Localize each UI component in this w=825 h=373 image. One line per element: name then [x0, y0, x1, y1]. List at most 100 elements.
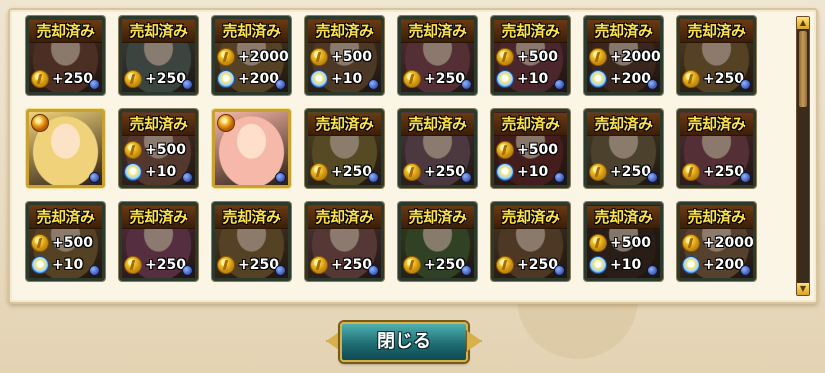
character-card[interactable]: 売却済み +250	[212, 202, 291, 281]
sold-label: 売却済み	[122, 20, 195, 43]
rarity-orb-icon	[182, 79, 193, 90]
character-card[interactable]: 売却済み +250	[491, 202, 570, 281]
coin-icon	[124, 141, 142, 159]
coin-icon	[403, 163, 421, 181]
reward-row: +500	[496, 140, 565, 160]
reward-amount: +2000	[238, 49, 289, 65]
rarity-orb-icon	[368, 265, 379, 276]
reward-amount: +500	[331, 49, 372, 65]
coin-icon	[217, 48, 235, 66]
reward-amount: +10	[145, 164, 177, 180]
gem-icon	[496, 163, 514, 181]
scroll-thumb[interactable]	[799, 31, 807, 107]
reward-amount: +500	[517, 49, 558, 65]
character-card[interactable]: 売却済み +250	[398, 16, 477, 95]
character-card[interactable]: 売却済み +500 +10	[584, 202, 663, 281]
coin-icon	[310, 256, 328, 274]
sold-label: 売却済み	[587, 206, 660, 229]
rarity-orb-icon	[647, 79, 658, 90]
rarity-orb-icon	[461, 79, 472, 90]
coin-icon	[403, 256, 421, 274]
sold-label: 売却済み	[401, 113, 474, 136]
reward-amount: +500	[517, 142, 558, 158]
character-card[interactable]: 売却済み +250	[305, 109, 384, 188]
rarity-orb-icon	[740, 172, 751, 183]
coin-icon	[403, 70, 421, 88]
character-card[interactable]: 売却済み +2000 +200	[212, 16, 291, 95]
coin-icon	[589, 48, 607, 66]
reward-amount: +200	[610, 71, 651, 87]
reward-amount: +250	[703, 71, 744, 87]
rarity-orb-icon	[89, 172, 100, 183]
coin-icon	[31, 70, 49, 88]
sold-label: 売却済み	[308, 206, 381, 229]
character-card[interactable]: 売却済み +250	[584, 109, 663, 188]
reward-row: +500	[310, 47, 379, 67]
gem-icon	[31, 256, 49, 274]
character-card[interactable]: 売却済み +250	[119, 16, 198, 95]
reward-amount: +250	[424, 164, 465, 180]
character-card[interactable]: 売却済み +250	[26, 16, 105, 95]
card-grid: 売却済み +250 売却済み +250 売却済み +2000 +200 売却済み +500 +10…	[26, 16, 786, 281]
sold-label: 売却済み	[587, 113, 660, 136]
sold-label: 売却済み	[401, 20, 474, 43]
sold-cards-panel: 売却済み +250 売却済み +250 売却済み +2000 +200 売却済み +500 +10…	[8, 8, 818, 304]
rarity-orb-icon	[89, 79, 100, 90]
reward-amount: +250	[424, 257, 465, 273]
gem-icon	[682, 256, 700, 274]
rarity-orb-icon	[647, 172, 658, 183]
reward-amount: +10	[610, 257, 642, 273]
scrollbar[interactable]: ▲ ▼	[796, 16, 810, 296]
coin-icon	[31, 234, 49, 252]
character-card[interactable]: 売却済み +250	[119, 202, 198, 281]
rarity-orb-icon	[647, 265, 658, 276]
sold-label: 売却済み	[587, 20, 660, 43]
coin-icon	[589, 163, 607, 181]
scroll-up-arrow-icon[interactable]: ▲	[797, 17, 809, 29]
character-card[interactable]: 売却済み +250	[305, 202, 384, 281]
character-card[interactable]	[26, 109, 105, 188]
coin-icon	[682, 234, 700, 252]
coin-icon	[682, 163, 700, 181]
character-card[interactable]: 売却済み +2000 +200	[677, 202, 756, 281]
sold-label: 売却済み	[308, 113, 381, 136]
character-card[interactable]	[212, 109, 291, 188]
character-card[interactable]: 売却済み +500 +10	[305, 16, 384, 95]
character-card[interactable]: 売却済み +250	[398, 202, 477, 281]
rarity-orb-icon	[368, 172, 379, 183]
reward-amount: +250	[610, 164, 651, 180]
gem-icon	[217, 70, 235, 88]
gem-icon	[589, 70, 607, 88]
character-card[interactable]: 売却済み +500 +10	[491, 109, 570, 188]
reward-row: +2000	[217, 47, 289, 67]
close-button[interactable]: 閉じる	[340, 322, 468, 362]
coin-icon	[496, 48, 514, 66]
reward-amount: +10	[331, 71, 363, 87]
reward-amount: +250	[52, 71, 93, 87]
coin-icon	[124, 70, 142, 88]
reward-amount: +500	[610, 235, 651, 251]
rarity-orb-icon	[461, 265, 472, 276]
sold-label: 売却済み	[494, 113, 567, 136]
character-card[interactable]: 売却済み +500 +10	[26, 202, 105, 281]
character-card[interactable]: 売却済み +250	[677, 109, 756, 188]
character-card[interactable]: 売却済み +250	[677, 16, 756, 95]
character-card[interactable]: 売却済み +500 +10	[491, 16, 570, 95]
sold-label: 売却済み	[494, 20, 567, 43]
character-card[interactable]: 売却済み +2000 +200	[584, 16, 663, 95]
rarity-orb-icon	[461, 172, 472, 183]
scroll-down-arrow-icon[interactable]: ▼	[797, 283, 809, 295]
character-card[interactable]: 売却済み +250	[398, 109, 477, 188]
reward-amount: +250	[145, 71, 186, 87]
rarity-orb-icon	[368, 79, 379, 90]
reward-row: +500	[31, 233, 100, 253]
sold-label: 売却済み	[680, 206, 753, 229]
gem-icon	[310, 70, 328, 88]
reward-amount: +250	[238, 257, 279, 273]
character-card[interactable]: 売却済み +500 +10	[119, 109, 198, 188]
coin-icon	[310, 163, 328, 181]
coin-icon	[682, 70, 700, 88]
reward-amount: +250	[331, 164, 372, 180]
attribute-icon	[31, 114, 49, 132]
sold-label: 売却済み	[29, 206, 102, 229]
